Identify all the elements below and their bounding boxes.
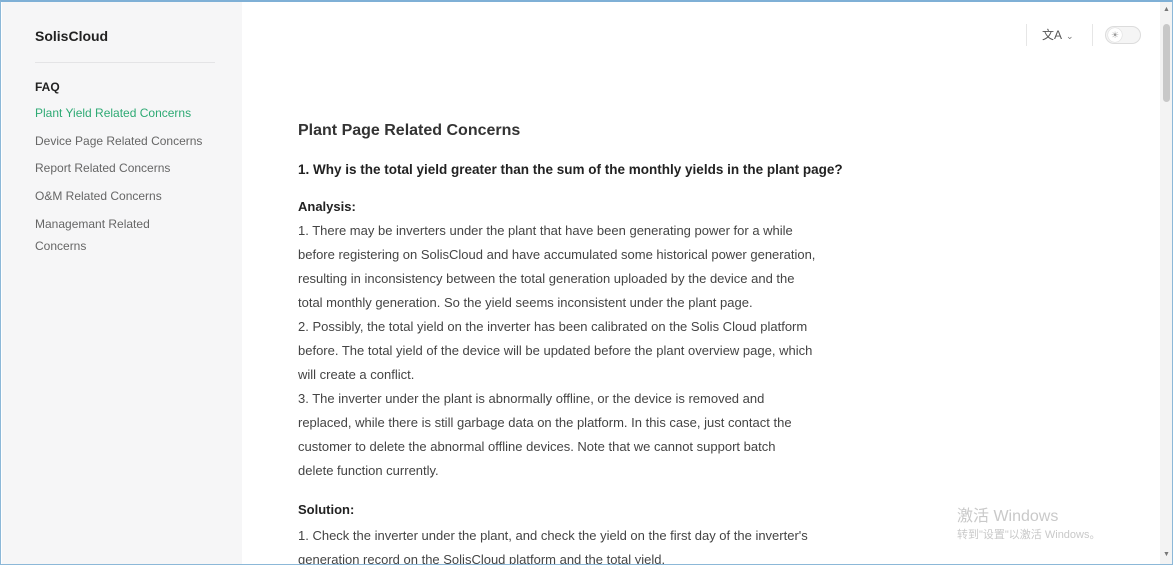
windows-activation-watermark-title: 激活 Windows	[957, 508, 1059, 525]
sidebar-item-plant-yield[interactable]: Plant Yield Related Concerns	[35, 102, 225, 124]
windows-activation-watermark-subtitle: 转到"设置"以激活 Windows。	[957, 529, 1101, 541]
question-heading: 1. Why is the total yield greater than t…	[298, 162, 843, 177]
sidebar-item-management[interactable]: Managemant Related Concerns	[35, 213, 175, 257]
page-title: Plant Page Related Concerns	[298, 122, 521, 139]
theme-toggle[interactable]: ☀	[1105, 26, 1141, 44]
sidebar-item-device-page[interactable]: Device Page Related Concerns	[35, 130, 225, 152]
topbar-divider	[1092, 24, 1093, 46]
sidebar-divider	[35, 62, 215, 63]
analysis-line: customer to delete the abnormal offline …	[298, 439, 776, 454]
chevron-down-icon: ⌄	[1066, 31, 1074, 41]
sidebar-item-report[interactable]: Report Related Concerns	[35, 157, 225, 179]
analysis-line: will create a conflict.	[298, 367, 415, 382]
analysis-line: before registering on SolisCloud and hav…	[298, 247, 816, 262]
analysis-line: resulting in inconsistency between the t…	[298, 271, 795, 286]
analysis-line: delete function currently.	[298, 463, 439, 478]
solution-line: 1. Check the inverter under the plant, a…	[298, 528, 808, 543]
analysis-text: 1. There may be inverters under the plan…	[298, 219, 898, 483]
analysis-line: 2. Possibly, the total yield on the inve…	[298, 319, 808, 334]
translate-icon: 文A	[1042, 28, 1063, 42]
analysis-line: 3. The inverter under the plant is abnor…	[298, 391, 765, 406]
analysis-line: before. The total yield of the device wi…	[298, 343, 813, 358]
solution-label: Solution:	[298, 502, 355, 517]
scroll-down-arrow-icon[interactable]: ▼	[1162, 551, 1171, 559]
brand-logo-text[interactable]: SolisCloud	[35, 28, 108, 44]
vertical-scrollbar[interactable]: ▲ ▼	[1160, 2, 1172, 564]
main-content: 文A ⌄ ☀ Plant Page Related Concerns 1. Why…	[242, 2, 1160, 565]
analysis-line: total monthly generation. So the yield s…	[298, 295, 753, 310]
sun-icon: ☀	[1108, 28, 1122, 42]
scroll-up-arrow-icon[interactable]: ▲	[1162, 6, 1171, 14]
scrollbar-thumb[interactable]	[1163, 24, 1170, 102]
solution-line: generation record on the SolisCloud plat…	[298, 552, 666, 565]
sidebar-item-om[interactable]: O&M Related Concerns	[35, 185, 225, 207]
language-switcher[interactable]: 文A ⌄	[1042, 26, 1080, 44]
analysis-line: replaced, while there is still garbage d…	[298, 415, 792, 430]
topbar-divider	[1026, 24, 1027, 46]
sidebar-heading-faq: FAQ	[35, 80, 60, 94]
app-window: SolisCloud FAQ Plant Yield Related Conce…	[0, 0, 1173, 565]
sidebar: SolisCloud FAQ Plant Yield Related Conce…	[2, 2, 242, 564]
solution-text: 1. Check the inverter under the plant, a…	[298, 524, 898, 565]
analysis-line: 1. There may be inverters under the plan…	[298, 223, 793, 238]
analysis-label: Analysis:	[298, 199, 356, 214]
